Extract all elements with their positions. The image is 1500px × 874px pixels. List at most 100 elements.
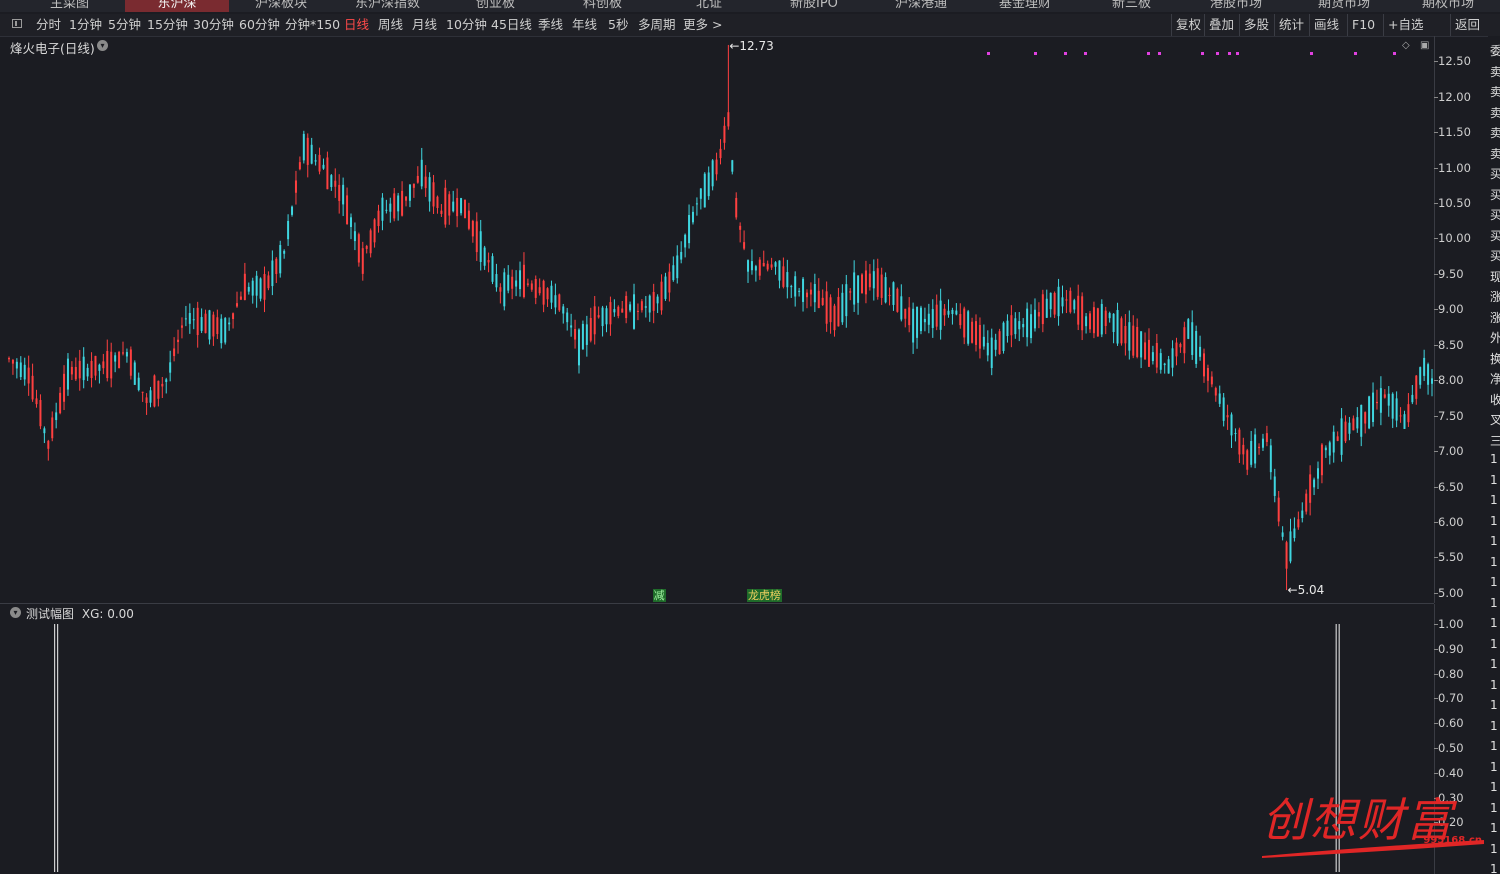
indicator-tick [1434,698,1438,700]
candle [1277,490,1280,527]
candle [220,314,223,349]
candle-body [1427,364,1430,385]
candle-body [495,274,498,288]
candle [39,394,42,430]
candle [74,357,77,381]
candle-body [259,278,262,299]
candle-body [703,173,706,208]
price-tick [1434,132,1438,134]
candle-body [1112,313,1115,333]
candle [959,303,962,329]
candle-body [326,157,329,190]
candle-body [306,137,309,165]
candle-body [982,336,985,347]
candle [703,172,706,208]
candle [389,197,392,223]
toolbar-right-button-7[interactable]: 返回 [1455,17,1480,33]
candle-body [731,160,734,172]
candle-body [503,272,506,307]
candle [511,269,514,300]
candle [1049,292,1052,318]
candle [463,199,466,219]
candle-body [1301,510,1304,519]
candle-body [161,383,164,387]
candle-body [782,266,785,287]
signal-dot [1310,52,1313,55]
candle [1045,289,1048,319]
candle-body [1332,431,1335,453]
candle-body [475,221,478,253]
candle [444,179,447,228]
candle [625,291,628,324]
price-tick-label: 10.50 [1438,196,1471,211]
candle [668,263,671,302]
candle-body [896,288,899,312]
candle [381,193,384,231]
candle-body [526,283,529,285]
candle-body [817,290,820,309]
candle [499,283,502,304]
candle [251,277,254,304]
chart-marker-0[interactable]: 减 [652,589,666,602]
candle [55,402,58,429]
price-tick [1434,203,1438,205]
candle [1026,302,1029,347]
candle [841,284,844,325]
signal-dot [1228,52,1231,55]
candle [1368,395,1371,430]
candle-body [1214,388,1217,396]
candle-body [1026,308,1029,338]
candle [401,181,404,217]
price-tick [1434,451,1438,453]
candle [892,281,895,311]
candle [1136,318,1139,359]
candle-body [1383,394,1386,398]
candle [467,202,470,231]
quote-strip-char: 1 [1490,616,1498,630]
candle-body [1022,324,1025,328]
candle [1183,321,1186,364]
candle [723,117,726,150]
candle [59,387,62,415]
candle-body [1313,479,1316,488]
candle-body [762,262,765,267]
candle [1057,278,1060,326]
candle-body [1379,388,1382,413]
candle [1265,425,1268,447]
candle [177,329,180,354]
signal-dot [1354,52,1357,55]
candle [1395,391,1398,428]
candle [754,264,757,282]
candle-body [519,270,522,290]
candle [338,174,341,214]
candle [149,386,152,408]
candle-body [1403,414,1406,429]
candle-body [432,182,435,207]
candle-body [959,314,962,326]
low-price-label: ←5.04 [1288,583,1325,597]
candle [805,289,808,309]
candle-body [648,295,651,313]
candle-body [1037,312,1040,317]
candle [1305,489,1308,515]
candle [1203,348,1206,383]
candle-body [377,210,380,227]
candle [495,263,498,292]
candle-body [837,296,840,327]
candle-body [802,278,805,302]
candle [550,280,553,310]
candle [1332,425,1335,463]
candle-body [656,296,659,304]
signal-dot [1158,52,1161,55]
candle [19,356,22,381]
candle-body [684,234,687,248]
candle-body [39,400,42,427]
candle [908,297,911,333]
candle [27,355,30,396]
candle [691,206,694,225]
chart-marker-1[interactable]: 龙虎榜 [746,589,782,602]
candle-body [739,225,742,230]
indicator-tick [1434,624,1438,625]
candle [570,313,573,337]
candle-body [334,180,337,187]
